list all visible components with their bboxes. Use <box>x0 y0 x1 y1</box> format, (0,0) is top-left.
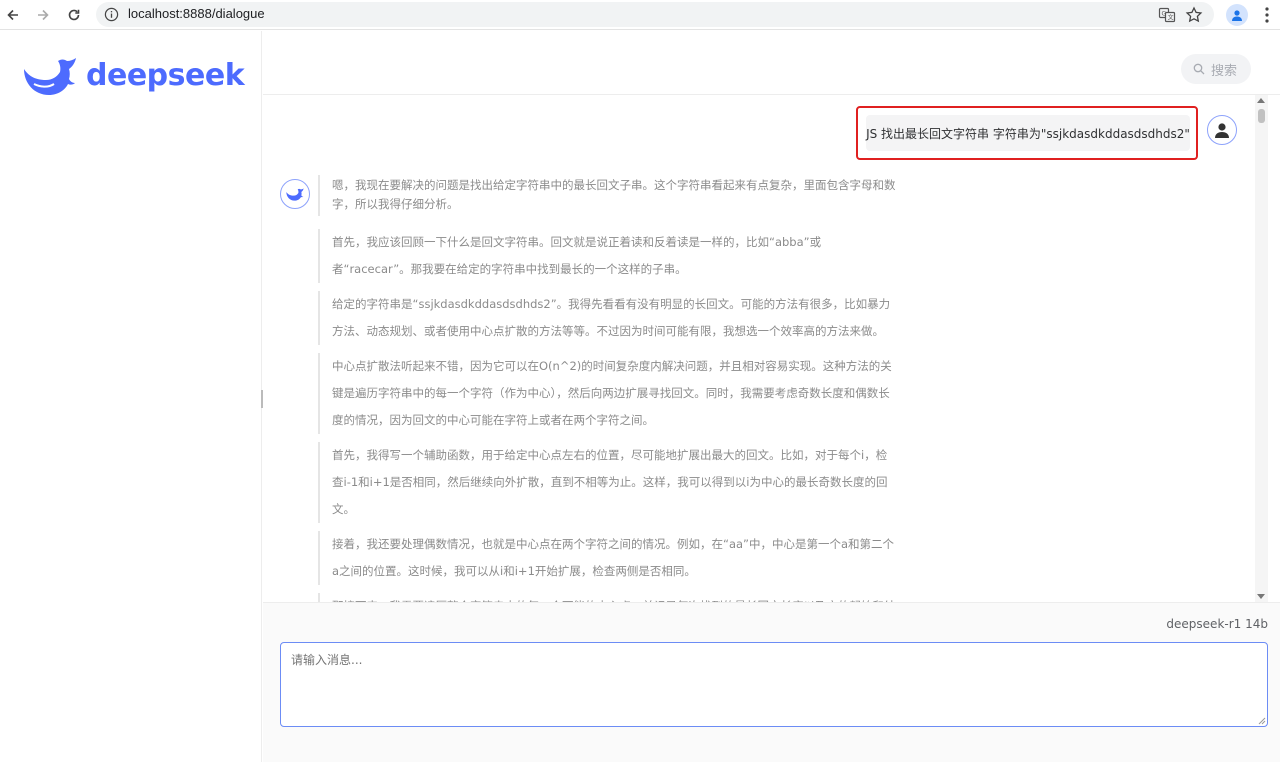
thinking-paragraph: 嗯，我现在要解决的问题是找出给定字符串中的最长回文子串。这个字符串看起来有点复杂… <box>318 175 898 216</box>
thinking-paragraph: 首先，我应该回顾一下什么是回文字符串。回文就是说正着读和反着读是一样的，比如“a… <box>318 229 898 283</box>
whale-logo-icon <box>24 58 76 95</box>
site-info-icon[interactable] <box>104 7 119 22</box>
model-label: deepseek-r1 14b <box>1166 617 1268 631</box>
whale-icon <box>286 188 304 201</box>
scroll-up-arrow-icon[interactable] <box>1257 98 1265 103</box>
browser-menu-icon[interactable] <box>1258 5 1276 25</box>
back-arrow-icon[interactable] <box>2 4 24 26</box>
assistant-avatar <box>280 179 310 209</box>
browser-toolbar: localhost:8888/dialogue G文 <box>0 0 1280 30</box>
reload-icon[interactable] <box>63 4 85 26</box>
bookmark-star-icon[interactable] <box>1185 6 1203 24</box>
search-placeholder: 搜索 <box>1211 63 1238 79</box>
translate-icon[interactable]: G文 <box>1158 6 1176 24</box>
user-message-bubble: JS 找出最长回文字符串 字符串为"ssjkdasdkddasdsdhds2" <box>866 115 1190 151</box>
chat-history[interactable]: JS 找出最长回文字符串 字符串为"ssjkdasdkddasdsdhds2" … <box>263 95 1267 602</box>
scroll-down-arrow-icon[interactable] <box>1257 594 1265 599</box>
input-area: deepseek-r1 14b <box>263 602 1280 762</box>
user-icon <box>1215 123 1229 138</box>
highlight-box: JS 找出最长回文字符串 字符串为"ssjkdasdkddasdsdhds2" <box>856 106 1198 160</box>
assistant-thinking: 嗯，我现在要解决的问题是找出给定字符串中的最长回文子串。这个字符串看起来有点复杂… <box>318 175 898 602</box>
url-text[interactable]: localhost:8888/dialogue <box>128 6 265 21</box>
deepseek-logo[interactable]: deepseek <box>20 51 245 99</box>
address-bar[interactable]: localhost:8888/dialogue G文 <box>96 2 1214 27</box>
user-avatar <box>1207 115 1237 145</box>
svg-text:G: G <box>1162 11 1167 18</box>
thinking-paragraph: 中心点扩散法听起来不错，因为它可以在O(n^2)的时间复杂度内解决问题，并且相对… <box>318 353 898 434</box>
profile-avatar-icon[interactable] <box>1226 4 1248 26</box>
thinking-paragraph: 接着，我还要处理偶数情况，也就是中心点在两个字符之间的情况。例如，在“aa”中，… <box>318 531 898 585</box>
chat-scrollbar[interactable] <box>1255 95 1268 602</box>
resize-grip-icon[interactable] <box>1258 717 1266 725</box>
sidebar: deepseek <box>0 31 262 762</box>
main-header: 搜索 <box>263 31 1280 95</box>
logo-text: deepseek <box>86 57 245 93</box>
thinking-paragraph: 那接下来，我需要遍历整个字符串中的每一个可能的中心点，并记录每次找到的最长回文长… <box>318 593 898 602</box>
scroll-thumb[interactable] <box>1258 109 1265 123</box>
user-message-text: JS 找出最长回文字符串 字符串为"ssjkdasdkddasdsdhds2" <box>866 126 1190 141</box>
thinking-paragraph: 首先，我得写一个辅助函数，用于给定中心点左右的位置，尽可能地扩展出最大的回文。比… <box>318 442 898 523</box>
forward-arrow-icon[interactable] <box>32 4 54 26</box>
message-input[interactable] <box>280 642 1268 727</box>
thinking-paragraph: 给定的字符串是“ssjkdasdkddasdsdhds2”。我得先看看有没有明显… <box>318 291 898 345</box>
search-button[interactable]: 搜索 <box>1181 54 1251 84</box>
search-icon <box>1193 63 1205 75</box>
svg-text:文: 文 <box>1168 14 1174 22</box>
